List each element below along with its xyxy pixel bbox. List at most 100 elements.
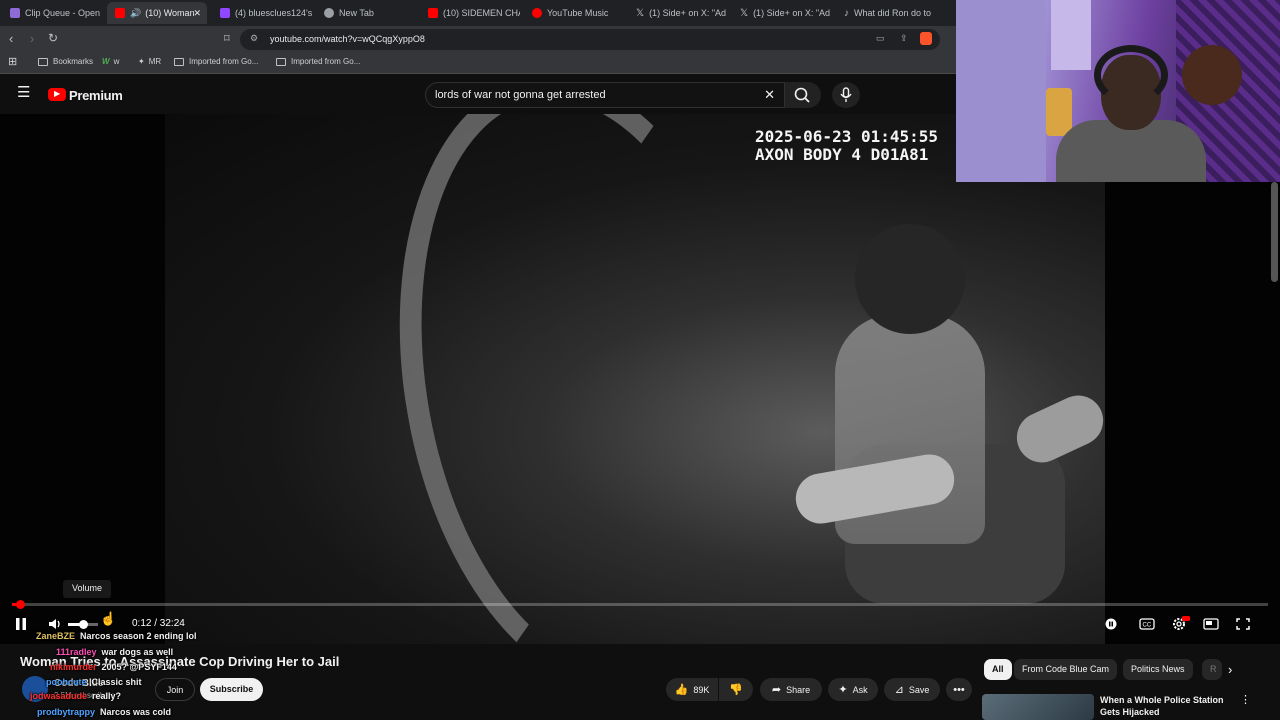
tab-tiktok[interactable]: ♪ What did Ron do to: [836, 2, 936, 24]
microphone-icon: [840, 87, 852, 102]
bookmark-label: Bookmarks: [53, 57, 94, 66]
recommended-thumbnail[interactable]: [982, 694, 1094, 720]
search-input[interactable]: lords of war not gonna get arrested ✕: [425, 82, 785, 108]
menu-icon[interactable]: ☰: [17, 85, 30, 100]
join-button[interactable]: Join: [155, 678, 195, 701]
autoplay-toggle[interactable]: [1102, 616, 1120, 632]
bookmark-imported-2[interactable]: Imported from Go...: [276, 57, 360, 66]
apps-grid-icon[interactable]: ⊞: [8, 55, 17, 68]
clip-queue-favicon-icon: [10, 8, 20, 18]
miniplayer-icon: [1203, 618, 1219, 630]
chip-from-code-blue-cam[interactable]: From Code Blue Cam: [1014, 659, 1118, 680]
youtube-logo-icon[interactable]: ▶: [48, 88, 66, 101]
youtube-favicon-icon: [428, 8, 438, 18]
more-actions-button[interactable]: •••: [946, 678, 972, 701]
like-button[interactable]: 👍 89K: [666, 678, 718, 701]
volume-icon: [49, 619, 60, 629]
settings-button[interactable]: [1170, 616, 1190, 632]
chevron-right-icon[interactable]: ›: [1228, 662, 1232, 677]
tab-label: (10) Woman: [145, 8, 195, 18]
chat-username: poohcute: [46, 677, 87, 687]
video-frame: [165, 114, 1112, 644]
chip-all[interactable]: All: [984, 659, 1012, 680]
fullscreen-button[interactable]: [1234, 616, 1252, 632]
tab-sidemen[interactable]: (10) SIDEMEN CHA: [420, 2, 520, 24]
share-page-icon[interactable]: ⇪: [900, 33, 908, 44]
subscribe-button[interactable]: Subscribe: [200, 678, 263, 701]
bookmark-w[interactable]: Ww: [102, 57, 119, 66]
chat-message: jodwasadude really?: [30, 691, 121, 701]
brave-shield-icon[interactable]: [920, 32, 932, 45]
clear-search-icon[interactable]: ✕: [764, 87, 775, 103]
search-button[interactable]: [785, 82, 821, 108]
miniplayer-button[interactable]: [1202, 616, 1220, 632]
site-info-icon[interactable]: ⚙: [250, 33, 258, 44]
volume-slider[interactable]: [68, 620, 98, 629]
save-button[interactable]: ⊿ Save: [884, 678, 940, 701]
tab-x-2[interactable]: 𝕏 (1) Side+ on X: "Ad: [732, 2, 832, 24]
scrubber-handle[interactable]: [15, 600, 25, 609]
recommended-title[interactable]: When a Whole Police Station Gets Hijacke…: [1100, 694, 1240, 718]
pause-button[interactable]: [12, 616, 30, 632]
webcam-poster: [1051, 0, 1091, 70]
autoplay-icon: [1105, 618, 1117, 630]
chip-partial[interactable]: R: [1202, 659, 1222, 680]
shield-icon: [324, 8, 334, 18]
page-scrollbar[interactable]: [1271, 182, 1278, 282]
tab-x-1[interactable]: 𝕏 (1) Side+ on X: "Ad: [628, 2, 728, 24]
chat-username: nikimurder: [50, 662, 97, 672]
volume-tooltip: Volume: [63, 580, 111, 598]
bodycam-timestamp: 2025-06-23 01:45:55 AXON BODY 4 D01A81: [755, 128, 938, 164]
tab-label: Clip Queue - Open: [25, 8, 101, 18]
bookmark-label: MR: [148, 57, 162, 66]
share-button[interactable]: ➦ Share: [760, 678, 822, 701]
tab-twitch[interactable]: (4) bluesclues124's: [212, 2, 312, 24]
close-tab-icon[interactable]: ✕: [193, 8, 201, 19]
chat-message: ZaneBZE Narcos season 2 ending lol: [36, 631, 197, 641]
mute-button[interactable]: [46, 616, 64, 632]
reload-icon[interactable]: ↻: [48, 31, 58, 45]
tab-label: (4) bluesclues124's: [235, 8, 312, 18]
streamer-webcam: [956, 0, 1280, 182]
tab-clip-queue[interactable]: Clip Queue - Open: [2, 2, 102, 24]
chat-text: war dogs as well: [101, 647, 174, 657]
video-player[interactable]: 2025-06-23 01:45:55 AXON BODY 4 D01A81: [0, 114, 1280, 644]
chat-text: Classic shit: [91, 677, 142, 687]
progress-bar[interactable]: [12, 600, 1268, 609]
bookmark-mr[interactable]: ✦ MR: [138, 57, 161, 66]
tiktok-icon: ♪: [844, 7, 849, 19]
x-logo-icon: 𝕏: [740, 7, 749, 19]
bookmark-icon[interactable]: ⌑: [224, 32, 230, 45]
bookmark-imported-1[interactable]: Imported from Go...: [174, 57, 258, 66]
captions-button[interactable]: CC: [1138, 616, 1156, 632]
bookmark-bookmarks[interactable]: Bookmarks: [38, 57, 93, 66]
tab-new-tab[interactable]: New Tab: [316, 2, 416, 24]
thumbs-up-icon: 👍: [674, 684, 689, 696]
chat-message: 111radley war dogs as well: [56, 647, 173, 657]
bodycam-datetime: 2025-06-23 01:45:55: [755, 127, 939, 146]
forward-icon[interactable]: ›: [30, 31, 34, 46]
url-field[interactable]: ⚙ youtube.com/watch?v=wQCqgXyppO8 ▭ ⇪: [240, 29, 940, 50]
steering-wheel-shape: [353, 114, 817, 644]
url-text: youtube.com/watch?v=wQCqgXyppO8: [270, 34, 425, 44]
ask-button[interactable]: ✦ Ask: [828, 678, 878, 701]
bookmark-label: w: [113, 57, 120, 66]
chat-text: 2005? @PSYF144: [101, 662, 177, 672]
more-vertical-icon[interactable]: ⋮: [1240, 693, 1251, 706]
voice-search-button[interactable]: [832, 82, 860, 108]
time-display: 0:12 / 32:24: [132, 618, 185, 629]
dislike-button[interactable]: 👎: [719, 678, 753, 701]
thumbs-down-icon: 👎: [729, 684, 743, 696]
streamer-headset: [1094, 45, 1168, 105]
tab-youtube-active[interactable]: 🔊 (10) Woman ✕: [107, 2, 207, 24]
like-count: 89K: [693, 684, 710, 695]
premium-logo-text[interactable]: Premium: [69, 88, 123, 103]
chip-politics-news[interactable]: Politics News: [1123, 659, 1193, 680]
cast-icon[interactable]: ▭: [876, 33, 885, 44]
back-icon[interactable]: ‹: [9, 31, 13, 46]
webcam-wall: [956, 0, 1046, 182]
gear-icon: [1173, 616, 1190, 630]
tab-youtube-music[interactable]: YouTube Music: [524, 2, 624, 24]
volume-knob[interactable]: [79, 620, 88, 629]
captions-icon: CC: [1139, 618, 1155, 630]
